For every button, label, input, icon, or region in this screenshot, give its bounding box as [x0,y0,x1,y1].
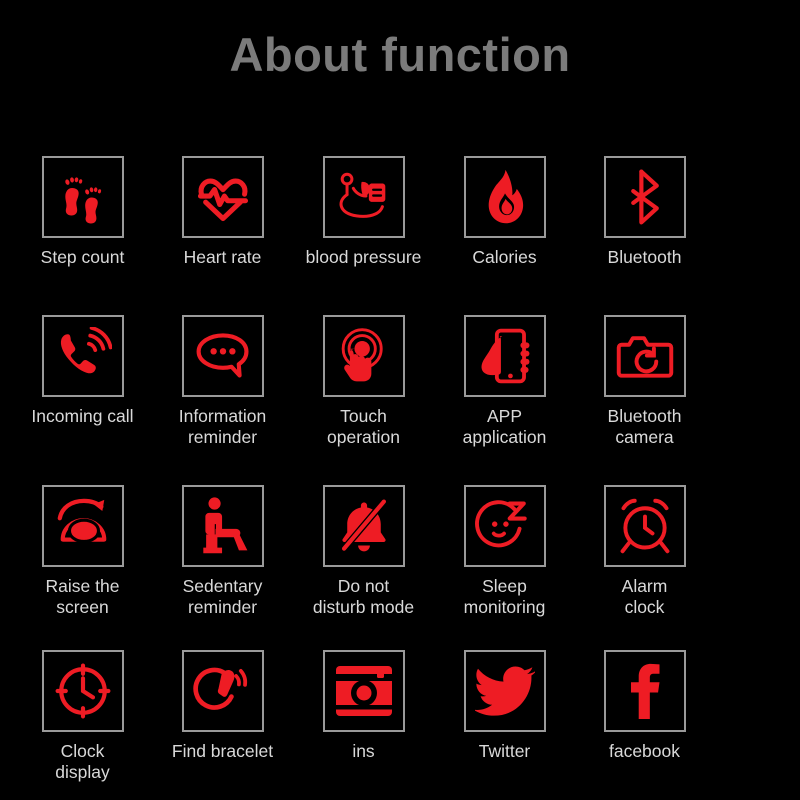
cell-label: Find bracelet [171,741,274,761]
icon-box[interactable] [603,650,686,732]
cell-label: Bluetooth [607,247,682,267]
heart-pulse-icon [193,167,253,227]
feature-cell-sedentary-reminder[interactable]: Sedentary reminder [152,485,293,618]
feature-cell-touch-operation[interactable]: Touch operation [293,315,434,448]
alarm-clock-icon [616,496,674,556]
icon-box[interactable] [181,485,264,567]
cell-label: Calories [472,247,537,267]
facebook-f-icon [627,662,663,720]
cell-label: Raise the screen [45,576,120,617]
feature-cell-find-bracelet[interactable]: Find bracelet [152,650,293,762]
cell-label: Bluetooth camera [607,406,682,447]
feature-cell-raise-the-screen[interactable]: Raise the screen [12,485,153,618]
feature-cell-information-reminder[interactable]: Information reminder [152,315,293,448]
raise-wrist-eye-icon [52,497,114,555]
hand-phone-icon [477,327,533,385]
touch-operation-icon [335,327,393,385]
icon-box[interactable] [41,650,124,732]
feature-cell-app-application[interactable]: APP application [434,315,575,448]
cell-label: Sleep monitoring [463,576,546,617]
icon-box[interactable] [322,485,405,567]
feature-cell-bluetooth[interactable]: Bluetooth [574,156,715,268]
feature-cell-twitter[interactable]: Twitter [434,650,575,762]
icon-box[interactable] [463,315,546,397]
feature-cell-incoming-call[interactable]: Incoming call [12,315,153,427]
cell-label: Twitter [478,741,531,761]
blood-pressure-icon [333,166,395,228]
bluetooth-icon [619,168,671,226]
incoming-call-icon [54,327,112,385]
flame-icon [478,168,532,226]
cell-label: Heart rate [183,247,262,267]
cell-label: Touch operation [327,406,400,447]
cell-label: blood pressure [305,247,422,267]
feature-cell-ins[interactable]: ins [293,650,434,762]
icon-box[interactable] [181,650,264,732]
cell-label: Information reminder [178,406,267,447]
feature-cell-facebook[interactable]: facebook [574,650,715,762]
feature-cell-blood-pressure[interactable]: blood pressure [293,156,434,268]
feature-cell-clock-display[interactable]: Clock display [12,650,153,783]
bell-slash-icon [335,497,393,555]
clock-face-icon [54,662,112,720]
icon-box[interactable] [463,156,546,238]
cell-label: Incoming call [31,406,134,426]
icon-box[interactable] [41,315,124,397]
about-function-page: About function Step count Heart rate blo… [0,0,800,800]
cell-label: Step count [40,247,125,267]
cell-label: ins [352,741,375,761]
icon-box[interactable] [603,315,686,397]
page-title: About function [229,28,571,81]
icon-box[interactable] [322,650,405,732]
icon-box[interactable] [181,315,264,397]
feature-cell-heart-rate[interactable]: Heart rate [152,156,293,268]
feature-cell-do-not-disturb[interactable]: Do not disturb mode [293,485,434,618]
twitter-bird-icon [474,664,535,718]
cell-label: facebook [608,741,681,761]
feature-cell-sleep-monitoring[interactable]: Sleep monitoring [434,485,575,618]
footprints-icon [54,168,112,226]
icon-box[interactable] [603,156,686,238]
feature-cell-calories[interactable]: Calories [434,156,575,268]
cell-label: APP application [462,406,547,447]
icon-box[interactable] [603,485,686,567]
feature-cell-step-count[interactable]: Step count [12,156,153,268]
cell-label: Alarm clock [621,576,668,617]
sleep-face-z-icon [474,497,535,555]
instagram-icon [335,665,393,717]
feature-cell-bluetooth-camera[interactable]: Bluetooth camera [574,315,715,448]
find-bracelet-icon [192,662,253,720]
icon-box[interactable] [181,156,264,238]
icon-box[interactable] [463,485,546,567]
icon-box[interactable] [463,650,546,732]
icon-box[interactable] [41,485,124,567]
camera-icon [615,330,675,382]
icon-box[interactable] [322,315,405,397]
icon-box[interactable] [322,156,405,238]
cell-label: Clock display [55,741,110,782]
cell-label: Do not disturb mode [312,576,415,617]
icon-box[interactable] [41,156,124,238]
cell-label: Sedentary reminder [182,576,263,617]
seated-person-icon [196,496,250,556]
feature-cell-alarm-clock[interactable]: Alarm clock [574,485,715,618]
chat-bubble-icon [193,328,253,384]
